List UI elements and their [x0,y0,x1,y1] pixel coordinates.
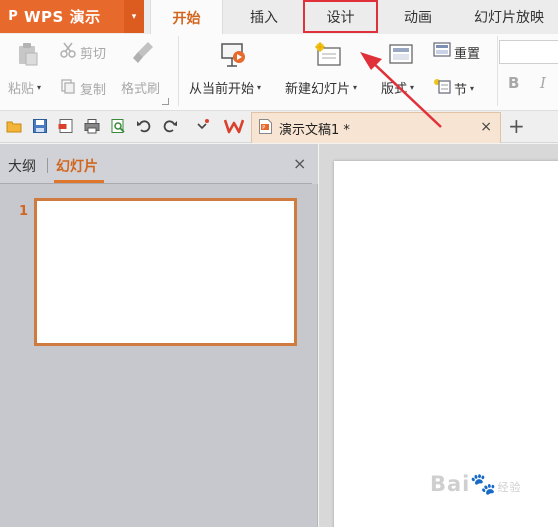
watermark: Bai🐾经验 [430,472,522,496]
slide-thumbnail[interactable] [34,198,297,346]
undo-icon[interactable] [136,118,152,134]
new-slide-button[interactable]: 新建幻灯片 ▾ [285,78,357,97]
presentation-icon [220,42,246,72]
copy-button[interactable]: 复制 [60,78,106,98]
layout-icon [389,44,413,70]
tab-home[interactable]: 开始 [150,0,223,35]
italic-button[interactable]: I [540,74,546,92]
ribbon-divider [178,36,179,106]
bold-button[interactable]: B [508,74,519,92]
close-document-button[interactable]: × [480,119,492,135]
tab-outline[interactable]: 大纲 [8,156,36,176]
close-panel-button[interactable]: × [293,154,306,173]
panel-header: 大纲 幻灯片 × [0,144,318,184]
save-icon[interactable] [32,118,48,134]
panel-header-divider [0,183,312,184]
tab-slideshow[interactable]: 幻灯片放映 [460,0,558,34]
ribbon-divider [497,36,498,106]
print-icon[interactable] [84,118,100,134]
slide-canvas [319,144,558,527]
wps-logo-icon[interactable] [223,118,245,134]
document-title: 演示文稿1 * [279,122,350,138]
reset-icon [433,42,451,62]
tab-insert[interactable]: 插入 [228,0,300,34]
title-bar: P WPS 演示 ▾ 开始 插入 设计 动画 幻灯片放映 [0,0,558,35]
ribbon: 粘贴 ▾ 剪切 复制 格式刷 从当前开始 ▾ 新建幻灯片 ▾ 版式 ▾ 重置 节… [0,34,558,111]
app-logo-icon: P [8,9,18,24]
paste-button[interactable]: 粘贴 ▾ [8,78,41,97]
app-menu-button[interactable]: P WPS 演示 [0,0,124,33]
play-from-current-button[interactable]: 从当前开始 ▾ [189,78,261,97]
app-dropdown-button[interactable]: ▾ [124,0,144,33]
panel-tab-divider [47,158,48,173]
copy-icon [60,78,76,98]
new-slide-icon [314,42,342,72]
pdf-icon[interactable] [58,118,74,134]
paste-icon [17,42,39,70]
format-painter-button[interactable]: 格式刷 [121,78,160,97]
document-tab[interactable]: P 演示文稿1 * × [251,112,501,143]
cut-button[interactable]: 剪切 [60,42,106,62]
tab-slides[interactable]: 幻灯片 [56,156,98,176]
tab-animation[interactable]: 动画 [384,0,452,34]
brush-icon [132,40,156,70]
folder-icon[interactable] [6,118,22,134]
svg-text:P: P [262,125,265,131]
reset-button[interactable]: 重置 [433,42,480,62]
document-icon: P [258,118,273,139]
preview-icon[interactable] [110,118,126,134]
redo-icon[interactable] [162,118,178,134]
tab-design[interactable]: 设计 [303,0,378,33]
slide-panel: 大纲 幻灯片 × 1 [0,144,318,527]
section-button[interactable]: 节 ▾ [433,78,474,98]
font-name-input[interactable] [499,40,558,64]
scissors-icon [60,42,76,62]
section-icon [433,78,451,98]
slide-number: 1 [19,204,29,219]
quick-access-bar: P 演示文稿1 * × + [0,111,558,143]
clipboard-launcher-icon[interactable] [162,98,169,105]
customize-quick-access-icon[interactable] [194,118,210,134]
app-name: WPS 演示 [24,8,101,26]
new-tab-button[interactable]: + [508,114,525,138]
layout-button[interactable]: 版式 ▾ [381,78,414,97]
